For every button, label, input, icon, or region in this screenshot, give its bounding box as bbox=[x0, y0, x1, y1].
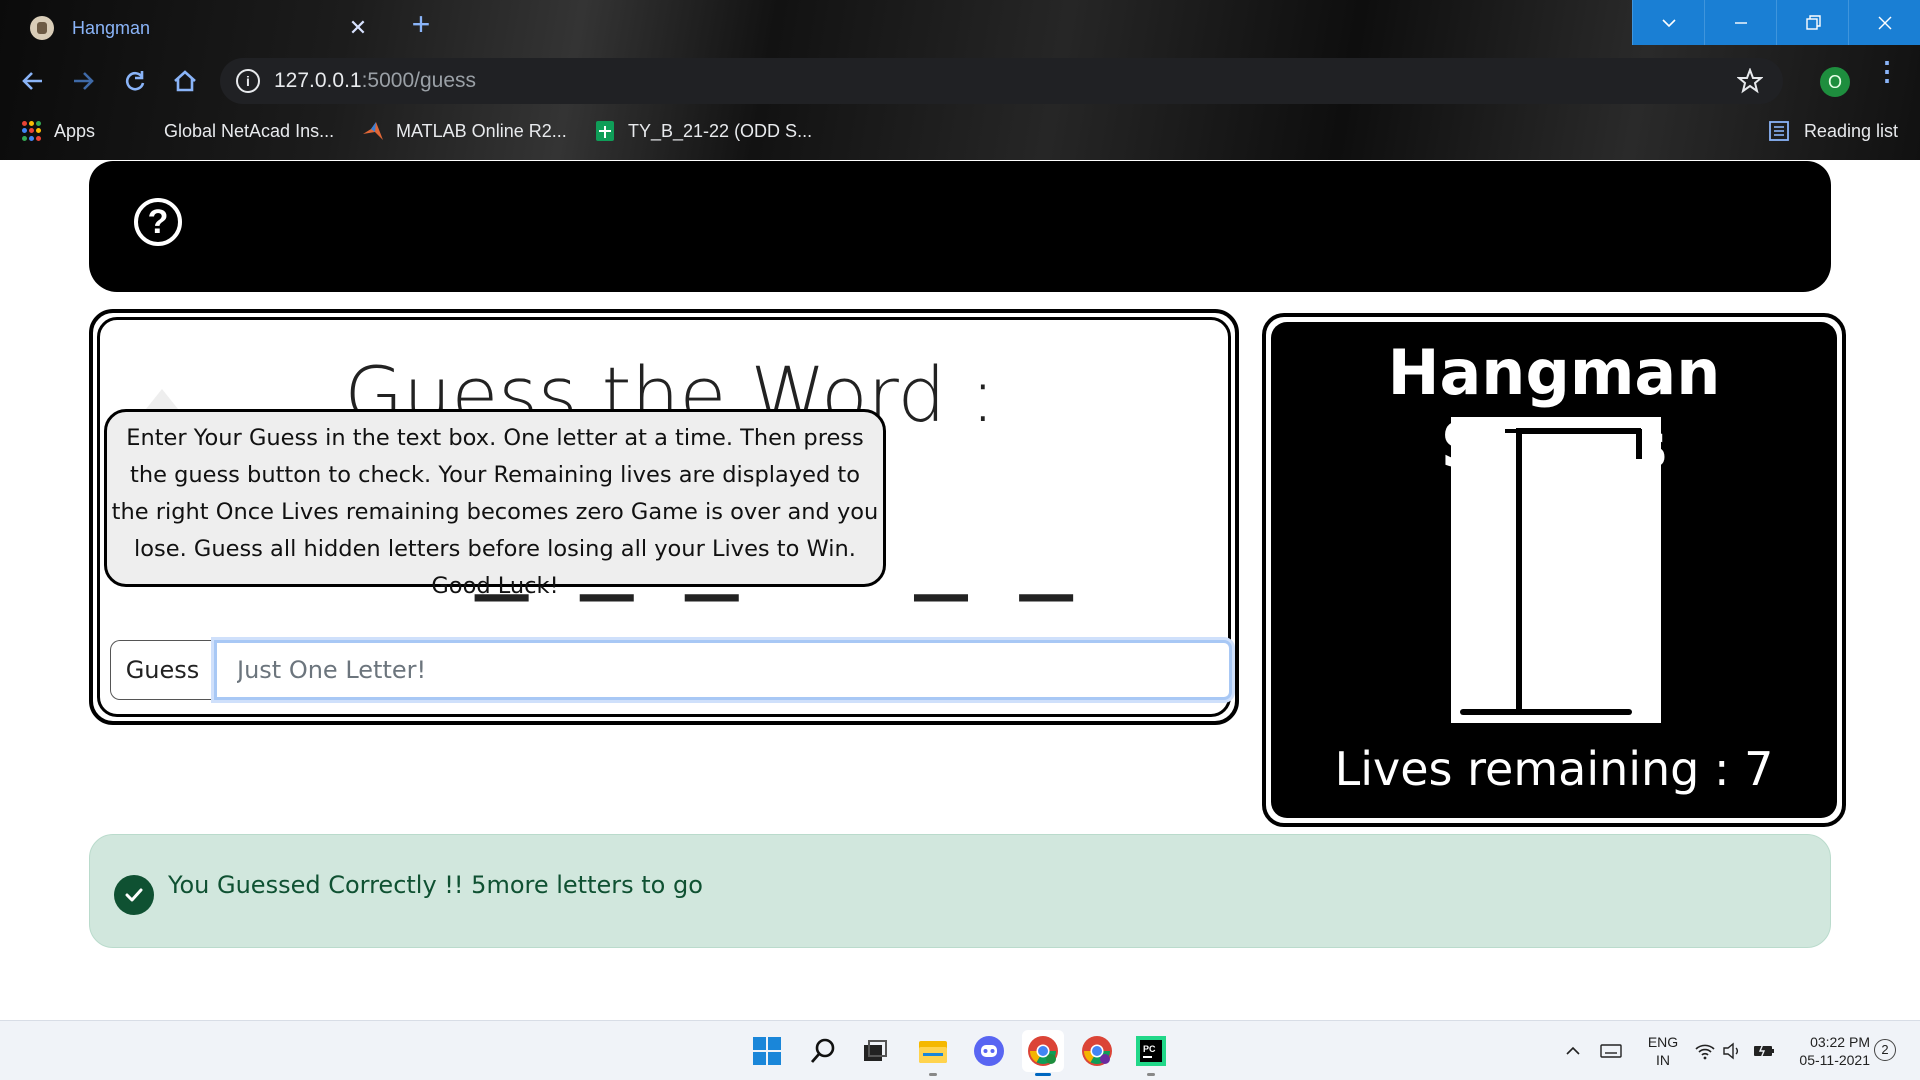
reading-list-label: Reading list bbox=[1803, 120, 1898, 141]
reading-list-icon bbox=[1769, 121, 1789, 141]
reload-button[interactable] bbox=[118, 64, 152, 98]
check-circle-icon bbox=[114, 875, 154, 915]
clock-date: 05-11-2021 bbox=[1799, 1052, 1870, 1068]
restore-button[interactable] bbox=[1776, 0, 1848, 45]
pycharm-icon: PC bbox=[1136, 1036, 1166, 1066]
running-indicator bbox=[929, 1073, 937, 1076]
home-icon bbox=[174, 70, 196, 92]
close-window-button[interactable] bbox=[1848, 0, 1920, 45]
back-arrow-icon bbox=[22, 72, 42, 90]
success-alert: You Guessed Correctly !! 5more letters t… bbox=[89, 834, 1831, 948]
keyboard-tray[interactable] bbox=[1600, 1021, 1622, 1080]
address-bar[interactable]: i 127.0.0.1:5000/guess bbox=[220, 58, 1783, 104]
discord-icon bbox=[974, 1036, 1004, 1066]
show-hidden-icons[interactable] bbox=[1564, 1021, 1582, 1080]
hangman-status-panel: Hangman Status Lives remaining : 7 bbox=[1271, 322, 1837, 818]
bookmark-apps[interactable]: Apps bbox=[22, 118, 95, 144]
clock-time: 03:22 PM bbox=[1810, 1034, 1870, 1050]
guess-form: Guess bbox=[110, 640, 1232, 700]
bookmark-netacad[interactable]: Global NetAcad Ins... bbox=[164, 118, 334, 144]
help-icon[interactable]: ? bbox=[134, 198, 182, 246]
url-host: 127.0.0.1 bbox=[274, 69, 362, 92]
restore-icon bbox=[1805, 14, 1821, 30]
search-button[interactable] bbox=[802, 1030, 844, 1072]
windows-taskbar: PC ENG IN 03:22 PM 05-11-2021 2 bbox=[0, 1020, 1920, 1080]
bookmark-label: TY_B_21-22 (ODD S... bbox=[628, 120, 813, 141]
running-indicator bbox=[1147, 1073, 1155, 1076]
lives-remaining: Lives remaining : 7 bbox=[1334, 742, 1774, 796]
language-code: ENG bbox=[1647, 1034, 1679, 1050]
hangman-status-card: Hangman Status Lives remaining : 7 bbox=[1262, 313, 1846, 827]
keyboard-icon bbox=[1600, 1044, 1622, 1058]
reading-list-button[interactable]: Reading list bbox=[1768, 118, 1898, 144]
region-code: IN bbox=[1656, 1052, 1670, 1068]
header-banner bbox=[89, 161, 1831, 292]
close-tab-icon[interactable]: ✕ bbox=[346, 15, 370, 41]
file-explorer-button[interactable] bbox=[912, 1030, 954, 1076]
close-icon bbox=[1878, 16, 1891, 29]
minimize-icon bbox=[1734, 21, 1747, 24]
clock[interactable]: 03:22 PM 05-11-2021 bbox=[1790, 1033, 1870, 1069]
tooltip-arrow bbox=[146, 389, 178, 409]
pycharm-button[interactable]: PC bbox=[1130, 1030, 1172, 1076]
wifi-icon bbox=[1695, 1044, 1715, 1060]
search-icon bbox=[810, 1038, 835, 1063]
start-button[interactable] bbox=[746, 1030, 788, 1072]
forward-button[interactable] bbox=[66, 64, 100, 98]
chrome-icon bbox=[1028, 1036, 1058, 1066]
new-tab-button[interactable]: + bbox=[406, 8, 436, 40]
hangman-favicon-icon bbox=[30, 16, 54, 40]
notification-badge[interactable]: 2 bbox=[1874, 1039, 1896, 1061]
guess-button[interactable]: Guess bbox=[110, 640, 214, 700]
sheets-icon bbox=[596, 121, 614, 141]
start-icon bbox=[753, 1037, 781, 1065]
tab-strip: Hangman ✕ + bbox=[0, 0, 1920, 50]
browser-toolbar: i 127.0.0.1:5000/guess O ⋮ bbox=[0, 58, 1920, 104]
url-path: :5000/guess bbox=[361, 69, 477, 92]
forward-arrow-icon bbox=[74, 72, 94, 90]
matlab-icon bbox=[363, 122, 383, 140]
profile-avatar[interactable]: O bbox=[1820, 67, 1850, 97]
chevron-up-icon bbox=[1566, 1046, 1580, 1055]
tab-hangman[interactable]: Hangman ✕ bbox=[16, 6, 384, 50]
task-view-button[interactable] bbox=[854, 1030, 896, 1072]
chevron-down-icon bbox=[1661, 18, 1676, 27]
window-controls bbox=[1632, 0, 1920, 45]
svg-text:PC: PC bbox=[1143, 1044, 1156, 1054]
reload-icon bbox=[125, 71, 145, 91]
minimize-button[interactable] bbox=[1704, 0, 1776, 45]
bookmark-sheets[interactable]: TY_B_21-22 (ODD S... bbox=[594, 118, 812, 144]
bookmark-label: Apps bbox=[54, 120, 96, 141]
active-indicator bbox=[1035, 1073, 1051, 1076]
bookmarks-bar: Apps Global NetAcad Ins... MATLAB Online… bbox=[0, 114, 1920, 148]
guess-input[interactable] bbox=[214, 640, 1232, 700]
chrome-profile-icon bbox=[1082, 1036, 1112, 1066]
gallows-image bbox=[1451, 417, 1661, 723]
help-tooltip: Enter Your Guess in the text box. One le… bbox=[104, 409, 886, 599]
bookmark-label: MATLAB Online R2... bbox=[396, 120, 567, 141]
tab-search-button[interactable] bbox=[1632, 0, 1704, 45]
home-button[interactable] bbox=[168, 64, 202, 98]
bookmark-label: Global NetAcad Ins... bbox=[164, 120, 335, 141]
task-view-icon bbox=[864, 1040, 887, 1061]
battery-icon bbox=[1754, 1043, 1774, 1059]
back-button[interactable] bbox=[16, 64, 50, 98]
bookmark-matlab[interactable]: MATLAB Online R2... bbox=[362, 118, 567, 144]
volume-icon bbox=[1723, 1042, 1738, 1060]
tab-title: Hangman bbox=[72, 17, 151, 38]
site-info-icon[interactable]: i bbox=[236, 69, 260, 93]
alert-message: You Guessed Correctly !! 5more letters t… bbox=[168, 871, 703, 899]
chrome-button[interactable] bbox=[1022, 1030, 1064, 1076]
chrome-profile-button[interactable] bbox=[1076, 1030, 1118, 1072]
discord-button[interactable] bbox=[968, 1030, 1010, 1072]
language-indicator[interactable]: ENG IN bbox=[1645, 1033, 1681, 1069]
bookmark-star-icon[interactable] bbox=[1737, 68, 1763, 94]
browser-chrome: Hangman ✕ + i 127.0.0.1:5000/guess O ⋮ … bbox=[0, 0, 1920, 160]
network-volume-battery[interactable] bbox=[1694, 1021, 1776, 1080]
file-explorer-icon bbox=[919, 1041, 947, 1063]
browser-menu-icon[interactable]: ⋮ bbox=[1874, 58, 1900, 96]
apps-grid-icon bbox=[22, 121, 42, 141]
page-content: ? Guess the Word : E L _ _ _ A _ _ Guess… bbox=[0, 160, 1920, 1020]
